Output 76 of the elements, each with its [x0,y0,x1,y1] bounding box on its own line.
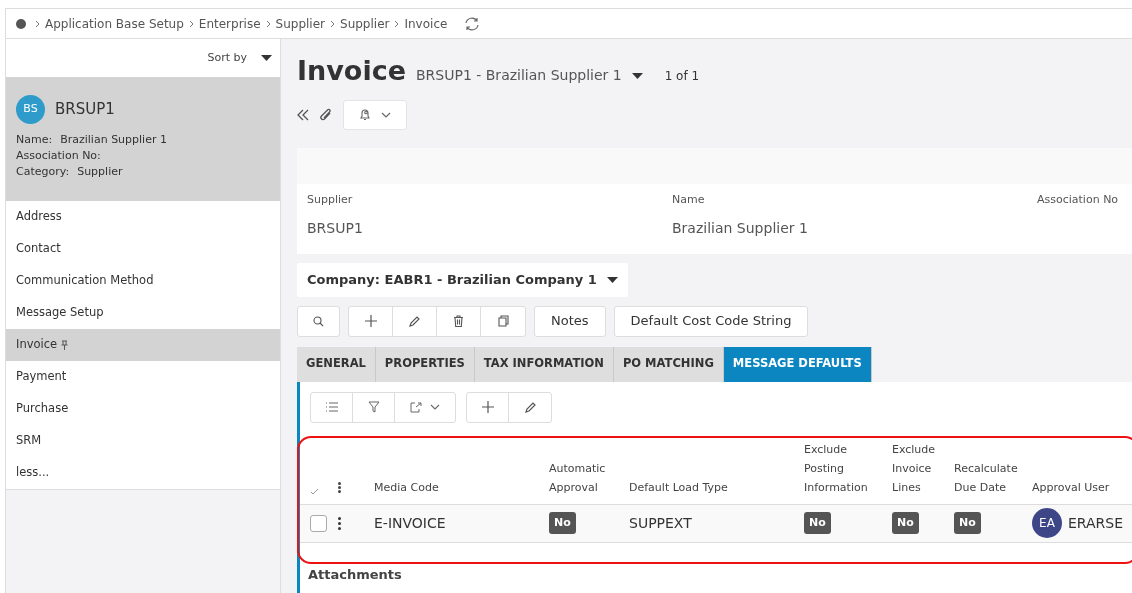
tab[interactable]: GENERAL [297,346,376,382]
field-value: Supplier [77,164,123,180]
record-counter: 1 of 1 [664,68,700,85]
default-cost-code-string-button[interactable]: Default Cost Code String [613,305,809,337]
field-label: Name [672,191,706,208]
field-label: Association No [1037,191,1120,208]
field-value: Brazilian Supplier 1 [672,219,809,238]
row-menu-icon[interactable] [338,516,341,530]
refresh-icon[interactable] [464,16,481,31]
field-label: Supplier [307,191,354,208]
avatar-initials: EA [1032,508,1062,538]
caret-down-icon [606,276,618,283]
sidebar-item[interactable]: Invoice [6,329,280,361]
column-header[interactable]: Exclude Invoice Lines [892,439,954,497]
record-selector[interactable]: BRSUP1 - Brazilian Supplier 1 [416,65,643,86]
status-badge: No [892,511,919,535]
table-cell-text: E-INVOICE [374,513,446,533]
column-header[interactable]: Approval User [1032,477,1132,497]
double-chevron-left-icon[interactable] [297,108,309,121]
tab[interactable]: PO MATCHING [613,346,724,382]
bell-icon [359,108,371,121]
chevron-right-icon [394,19,400,28]
column-header[interactable]: Recalculate Due Date [954,458,1032,497]
chevron-down-icon [430,404,440,410]
notes-button[interactable]: Notes [534,305,606,337]
pencil-icon [524,401,536,413]
breadcrumb-link[interactable]: Enterprise [198,14,261,33]
pin-icon[interactable] [61,340,69,350]
search-icon [313,315,324,327]
paperclip-icon[interactable] [319,106,333,123]
field-value: BRSUP1 [307,219,364,238]
chevron-right-icon [35,19,40,28]
breadcrumb-link[interactable]: Invoice [404,14,448,33]
page-title: Invoice [297,54,406,88]
column-header[interactable]: Exclude Posting Information [804,439,892,497]
caret-down-icon [261,55,272,61]
status-badge: No [954,511,981,535]
export-icon [410,401,422,413]
company-selector[interactable]: Company: EABR1 - Brazilian Company 1 [297,262,628,297]
field-label: Category: [16,164,70,180]
chevron-right-icon [265,19,271,28]
field-value: Brazilian Supplier 1 [60,132,167,148]
notification-menu-button[interactable] [343,99,407,130]
table-cell-text: SUPPEXT [629,513,692,533]
record-id: BRSUP1 [55,99,115,121]
column-header[interactable]: Media Code [374,477,549,497]
field-label: Association No: [16,148,101,164]
attachments-heading: Attachments [308,565,403,584]
chevron-right-icon [330,19,335,28]
breadcrumb-link[interactable]: Supplier [340,14,390,33]
user-name: ERARSE [1068,513,1124,533]
breadcrumb-link[interactable]: Supplier [275,14,325,33]
tab[interactable]: MESSAGE DEFAULTS [723,346,872,382]
chevron-right-icon [188,19,194,28]
field-label: Name: [16,132,53,148]
caret-down-icon [631,72,643,79]
status-badge: No [804,511,831,535]
tab[interactable]: TAX INFORMATION [474,346,614,382]
chevron-down-icon [381,111,391,118]
copy-icon [497,315,509,327]
avatar-initials: BS [16,95,45,124]
column-header[interactable]: Default Load Type [629,477,804,497]
trash-icon [453,315,464,327]
plus-icon [364,315,377,327]
sort-button[interactable]: Sort by [207,49,272,67]
search-button[interactable] [297,305,340,337]
breadcrumb-link[interactable]: Application Base Setup [45,14,184,33]
pencil-icon [409,315,420,327]
row-checkbox[interactable] [310,514,327,532]
tab[interactable]: PROPERTIES [375,346,475,382]
list-icon [325,402,338,412]
column-header[interactable]: Automatic Approval [549,458,629,497]
filter-icon [367,401,380,413]
plus-icon [481,401,494,413]
status-badge: No [549,511,576,535]
column-menu-icon[interactable] [338,481,341,493]
